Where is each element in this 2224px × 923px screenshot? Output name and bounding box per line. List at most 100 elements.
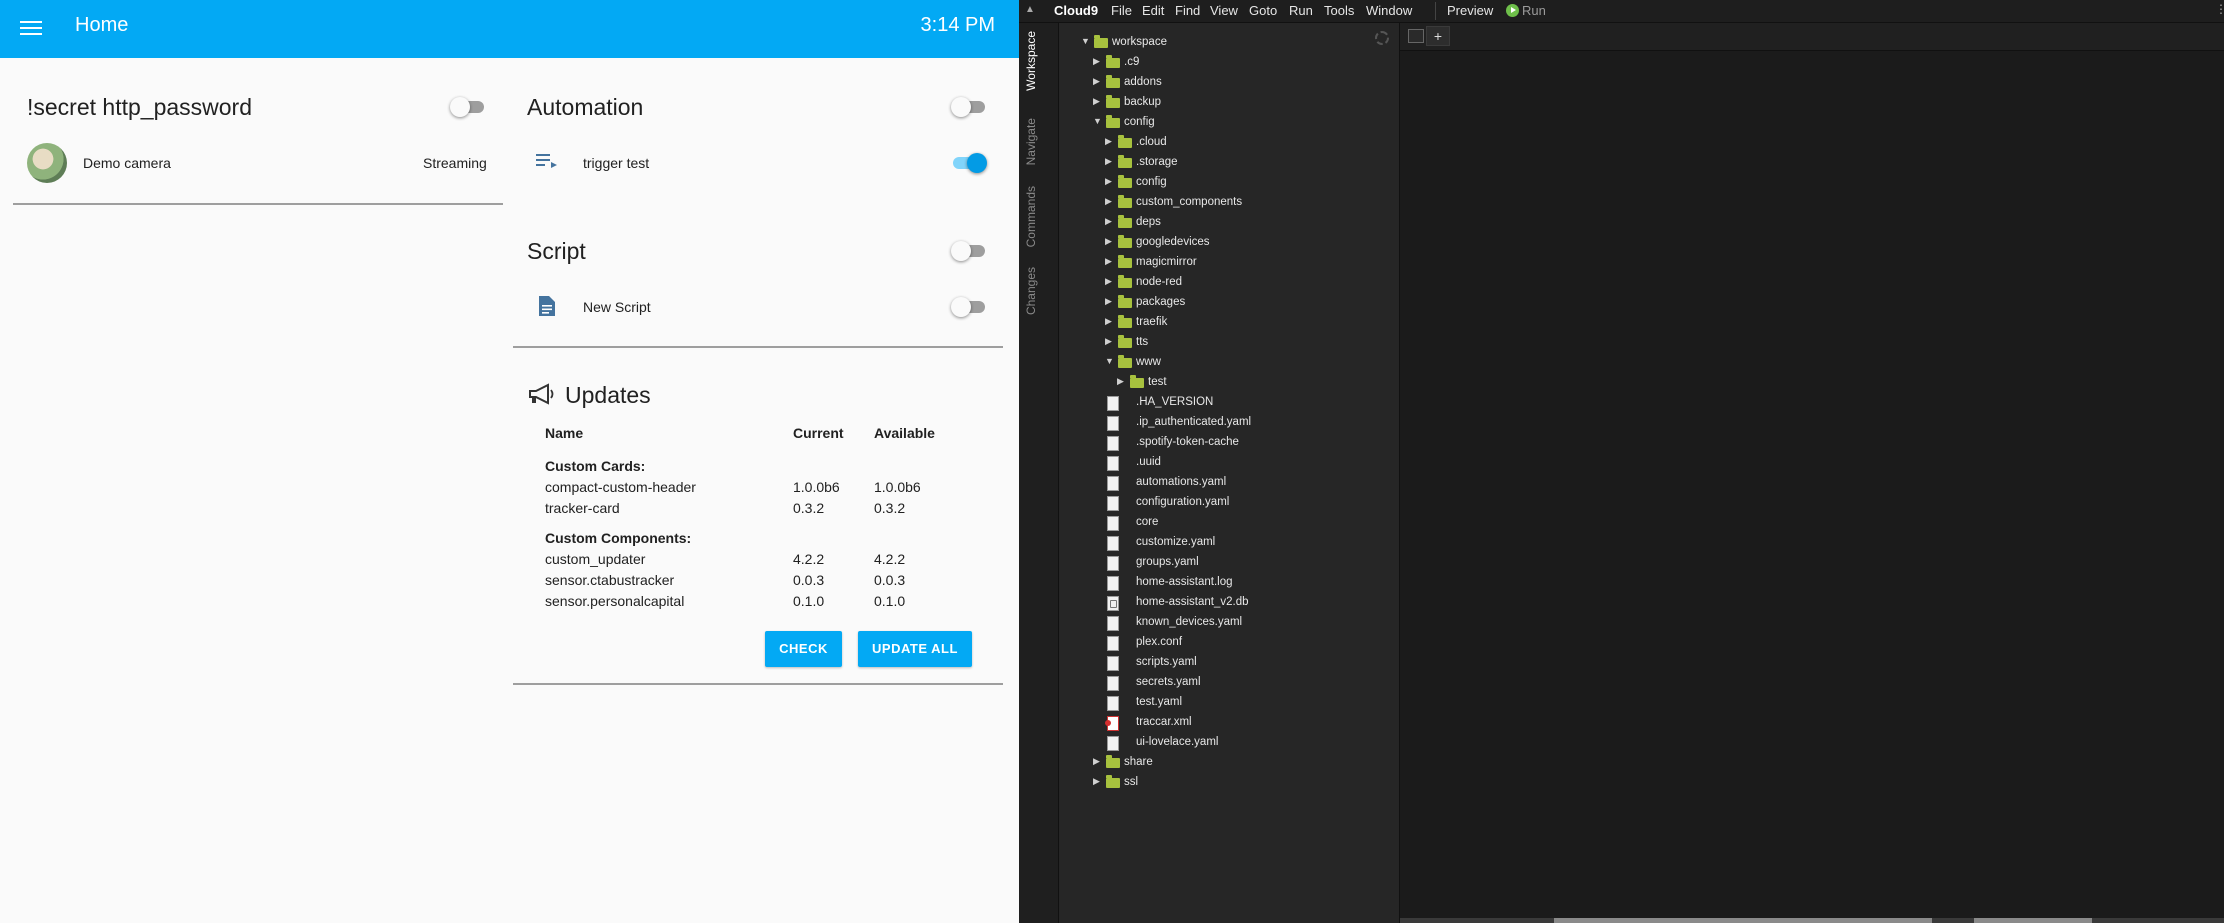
caret-right-icon[interactable]: ▶	[1093, 76, 1100, 87]
menu-run[interactable]: Run	[1289, 3, 1313, 18]
tree-item[interactable]: groups.yaml	[1105, 556, 1381, 574]
menu-icon[interactable]	[20, 17, 42, 39]
tree-item[interactable]: ▶ tts	[1105, 335, 1381, 354]
tree-item[interactable]: traccar.xml	[1105, 716, 1381, 734]
tree-item-label: secrets.yaml	[1136, 676, 1201, 688]
tree-item[interactable]: ▶ traefik	[1105, 315, 1381, 334]
run-play-icon[interactable]	[1506, 4, 1519, 17]
folder-icon	[1094, 35, 1108, 48]
menu-find[interactable]: Find	[1175, 3, 1200, 18]
menu-goto[interactable]: Goto	[1249, 3, 1277, 18]
tree-item[interactable]: .uuid	[1105, 456, 1381, 474]
secret-group-toggle[interactable]	[450, 97, 486, 117]
tree-item[interactable]: .spotify-token-cache	[1105, 436, 1381, 454]
caret-right-icon[interactable]: ▶	[1105, 216, 1112, 227]
folder-icon	[1118, 295, 1132, 308]
caret-right-icon[interactable]: ▶	[1093, 96, 1100, 107]
editor-area[interactable]: +	[1400, 23, 2224, 923]
tree-item-label: node-red	[1136, 276, 1183, 288]
menu-cloud9[interactable]: Cloud9	[1054, 3, 1098, 18]
tree-item[interactable]: ▶ node-red	[1105, 275, 1381, 294]
tree-item[interactable]: ▶ .c9	[1093, 55, 1381, 74]
tree-item[interactable]: ▶ ssl	[1093, 775, 1381, 794]
menu-edit[interactable]: Edit	[1142, 3, 1164, 18]
script-group-toggle[interactable]	[951, 241, 987, 261]
tree-item[interactable]: ▶ backup	[1093, 95, 1381, 114]
tab-menu-icon[interactable]	[1408, 29, 1424, 43]
tree-item[interactable]: plex.conf	[1105, 636, 1381, 654]
tree-item[interactable]: core	[1105, 516, 1381, 534]
caret-right-icon[interactable]: ▶	[1093, 56, 1100, 67]
caret-right-icon[interactable]: ▶	[1105, 316, 1112, 327]
tree-item[interactable]: configuration.yaml	[1105, 496, 1381, 514]
tree-item[interactable]: ui-lovelace.yaml	[1105, 736, 1381, 754]
tree-item[interactable]: ▼ workspace	[1081, 35, 1381, 54]
file-tree: ▼ workspace ▶ .c9 ▶ addons ▶ backup ▼ config ▶ .clo…	[1059, 23, 1400, 923]
caret-right-icon[interactable]: ▶	[1105, 176, 1112, 187]
tree-item-label: .cloud	[1136, 136, 1167, 148]
more-icon[interactable]: ⋮	[2215, 2, 2224, 16]
tab-changes[interactable]: Changes	[1024, 267, 1052, 347]
caret-right-icon[interactable]: ▶	[1105, 276, 1112, 287]
tree-item[interactable]: scripts.yaml	[1105, 656, 1381, 674]
tab-workspace[interactable]: Workspace	[1024, 31, 1052, 111]
caret-right-icon[interactable]: ▶	[1105, 136, 1112, 147]
caret-right-icon[interactable]: ▶	[1105, 196, 1112, 207]
new-script-label[interactable]: New Script	[583, 299, 651, 315]
trigger-test-label[interactable]: trigger test	[583, 155, 649, 171]
tree-item[interactable]: ▶ googledevices	[1105, 235, 1381, 254]
camera-avatar[interactable]	[27, 143, 67, 183]
tree-item[interactable]: ▶ packages	[1105, 295, 1381, 314]
file-icon	[1107, 636, 1119, 651]
menu-window[interactable]: Window	[1366, 3, 1412, 18]
tree-item[interactable]: ▶ .cloud	[1105, 135, 1381, 154]
tree-item[interactable]: ▶ config	[1105, 175, 1381, 194]
tree-item[interactable]: automations.yaml	[1105, 476, 1381, 494]
caret-right-icon[interactable]: ▶	[1093, 756, 1100, 767]
tree-item[interactable]: secrets.yaml	[1105, 676, 1381, 694]
menu-view[interactable]: View	[1210, 3, 1238, 18]
tree-item[interactable]: ▶ deps	[1105, 215, 1381, 234]
tree-item[interactable]: known_devices.yaml	[1105, 616, 1381, 634]
preview-button[interactable]: Preview	[1447, 3, 1493, 18]
demo-camera-label[interactable]: Demo camera	[83, 155, 171, 171]
new-script-toggle[interactable]	[951, 297, 987, 317]
collapse-arrow-icon[interactable]: ▲	[1025, 4, 1035, 15]
automation-group-toggle[interactable]	[951, 97, 987, 117]
caret-down-icon[interactable]: ▼	[1081, 36, 1090, 46]
menu-tools[interactable]: Tools	[1324, 3, 1354, 18]
tree-item[interactable]: ▶ test	[1117, 375, 1381, 394]
tree-item[interactable]: .ip_authenticated.yaml	[1105, 416, 1381, 434]
menu-file[interactable]: File	[1111, 3, 1132, 18]
caret-down-icon[interactable]: ▼	[1105, 356, 1114, 366]
tree-item[interactable]: ▶ share	[1093, 755, 1381, 774]
tree-item[interactable]: customize.yaml	[1105, 536, 1381, 554]
run-button[interactable]: Run	[1522, 3, 1546, 18]
new-tab-button[interactable]: +	[1426, 26, 1450, 46]
caret-right-icon[interactable]: ▶	[1105, 296, 1112, 307]
folder-icon	[1118, 275, 1132, 288]
update-available: 0.0.3	[874, 572, 906, 588]
caret-right-icon[interactable]: ▶	[1105, 236, 1112, 247]
caret-right-icon[interactable]: ▶	[1093, 776, 1100, 787]
caret-right-icon[interactable]: ▶	[1117, 376, 1124, 387]
tab-commands[interactable]: Commands	[1024, 186, 1052, 266]
tree-item[interactable]: test.yaml	[1105, 696, 1381, 714]
tree-item[interactable]: ▶ .storage	[1105, 155, 1381, 174]
tree-item[interactable]: .HA_VERSION	[1105, 396, 1381, 414]
trigger-test-toggle[interactable]	[951, 153, 987, 173]
check-button[interactable]: CHECK	[765, 631, 842, 667]
tree-item[interactable]: ▶ custom_components	[1105, 195, 1381, 214]
tree-item[interactable]: ▼ www	[1105, 355, 1381, 374]
caret-right-icon[interactable]: ▶	[1105, 156, 1112, 167]
tree-item[interactable]: home-assistant.log	[1105, 576, 1381, 594]
tree-item[interactable]: ▶ addons	[1093, 75, 1381, 94]
update-all-button[interactable]: UPDATE ALL	[858, 631, 972, 667]
tree-item[interactable]: ▶ magicmirror	[1105, 255, 1381, 274]
caret-down-icon[interactable]: ▼	[1093, 116, 1102, 126]
update-name: custom_updater	[545, 551, 646, 567]
caret-right-icon[interactable]: ▶	[1105, 256, 1112, 267]
tree-item[interactable]: ▼ config	[1093, 115, 1381, 134]
tree-item[interactable]: home-assistant_v2.db	[1105, 596, 1381, 614]
caret-right-icon[interactable]: ▶	[1105, 336, 1112, 347]
